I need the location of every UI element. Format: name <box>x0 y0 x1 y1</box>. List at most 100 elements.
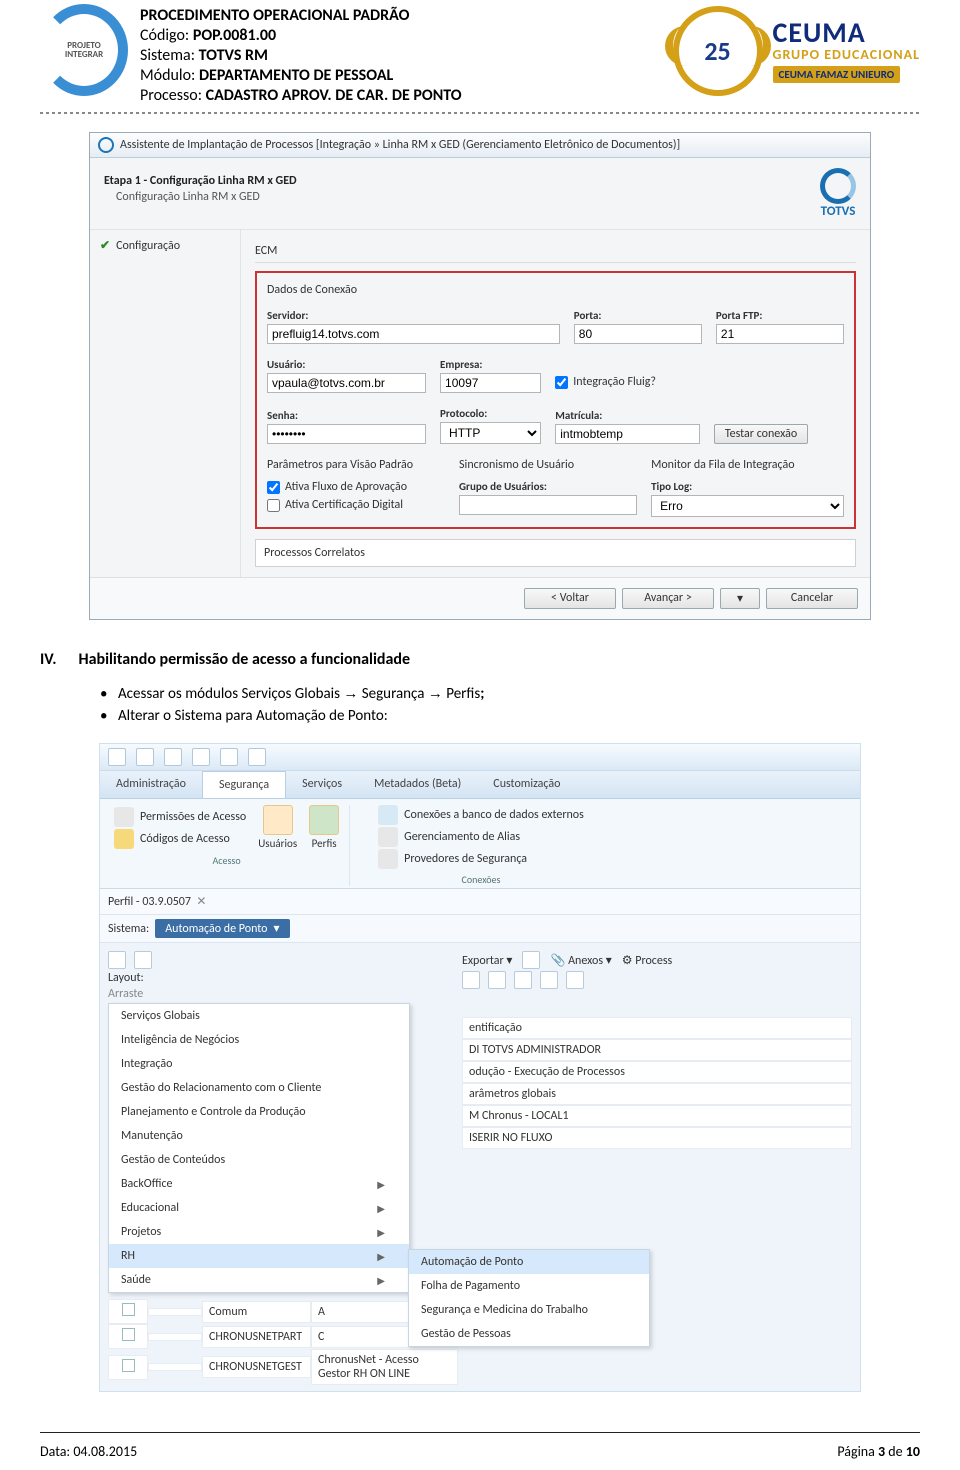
permissoes-acesso-button[interactable]: Permissões de Acesso <box>114 807 246 827</box>
submenu-item[interactable]: Gestão de Pessoas <box>409 1322 649 1346</box>
section-title: Habilitando permissão de acesso a funcio… <box>78 650 410 669</box>
view-icon[interactable] <box>540 971 558 989</box>
dados-conexao-fieldset: Dados de Conexão Servidor: Porta: Porta … <box>255 271 856 529</box>
submenu-item[interactable]: Segurança e Medicina do Trabalho <box>409 1298 649 1322</box>
ribbon-tab[interactable]: Customização <box>477 771 576 798</box>
grid-cell: ISERIR NO FLUXO <box>462 1127 852 1149</box>
close-tab-icon[interactable]: ✕ <box>196 895 206 909</box>
submenu-item[interactable]: Folha de Pagamento <box>409 1274 649 1298</box>
submenu-item[interactable]: Automação de Ponto <box>409 1250 649 1274</box>
view-icon[interactable] <box>566 971 584 989</box>
rm-app-window: AdministraçãoSegurançaServiçosMetadados … <box>99 743 861 1392</box>
table-row[interactable]: CHRONUSNETPARTC <box>108 1324 458 1349</box>
perfis-button[interactable]: Perfis <box>309 805 339 850</box>
sidebar-item-configuracao[interactable]: ✔ Configuração <box>100 238 230 253</box>
row-checkbox[interactable] <box>122 1328 135 1341</box>
ribbon-tab[interactable]: Segurança <box>202 771 286 798</box>
menu-item[interactable]: Inteligência de Negócios <box>109 1028 409 1052</box>
chevron-right-icon: ▶ <box>377 1226 385 1239</box>
view-icon[interactable] <box>488 971 506 989</box>
row-checkbox[interactable] <box>122 1359 135 1372</box>
ceuma-line2: GRUPO EDUCACIONAL <box>773 47 920 64</box>
ceuma-line3: CEUMA FAMAZ UNIEURO <box>773 66 901 83</box>
modulo-label: Módulo: <box>140 66 195 85</box>
menu-item[interactable]: BackOffice▶ <box>109 1172 409 1196</box>
conexoes-bd-button[interactable]: Conexões a banco de dados externos <box>378 805 584 825</box>
qat-button[interactable] <box>108 748 126 766</box>
menu-item[interactable]: Integração <box>109 1052 409 1076</box>
menu-item[interactable]: Manutenção <box>109 1124 409 1148</box>
voltar-button[interactable]: < Voltar <box>524 588 616 609</box>
sistema-value: TOTVS RM <box>199 46 268 65</box>
dados-conexao-label: Dados de Conexão <box>267 283 844 297</box>
porta-input[interactable] <box>574 324 702 344</box>
senha-input[interactable] <box>267 424 426 444</box>
ribbon-tab[interactable]: Metadados (Beta) <box>358 771 477 798</box>
table-row[interactable]: CHRONUSNETGESTChronusNet - Acesso Gestor… <box>108 1349 458 1385</box>
sistema-menu[interactable]: Serviços GlobaisInteligência de Negócios… <box>108 1003 410 1293</box>
row-checkbox[interactable] <box>122 1303 135 1316</box>
avancar-dropdown-button[interactable]: ▾ <box>720 588 760 609</box>
menu-item[interactable]: RH▶ <box>109 1244 409 1268</box>
exportar-button[interactable]: Exportar ▾ <box>462 953 512 968</box>
group-conexoes-label: Conexões <box>462 873 501 886</box>
protocolo-select[interactable]: HTTP <box>440 422 541 444</box>
processos-correlatos-panel[interactable]: Processos Correlatos <box>255 539 856 567</box>
view-icon[interactable] <box>462 971 480 989</box>
menu-item[interactable]: Gestão de Conteúdos <box>109 1148 409 1172</box>
new-icon[interactable] <box>108 951 126 969</box>
testar-conexao-button[interactable]: Testar conexão <box>714 424 808 444</box>
grid-cell: DI TOTVS ADMINISTRADOR <box>462 1039 852 1061</box>
ativa-fluxo-label: Ativa Fluxo de Aprovação <box>285 480 407 494</box>
matricula-input[interactable] <box>555 424 700 444</box>
ribbon-tab[interactable]: Serviços <box>286 771 358 798</box>
tipo-log-label: Tipo Log: <box>651 480 844 493</box>
usuarios-button[interactable]: Usuários <box>258 805 297 850</box>
provedores-seg-button[interactable]: Provedores de Segurança <box>378 849 527 869</box>
servidor-input[interactable] <box>267 324 560 344</box>
cancelar-button[interactable]: Cancelar <box>766 588 858 609</box>
codigo-value: POP.0081.00 <box>193 26 276 45</box>
db-link-icon <box>378 805 398 825</box>
menu-item[interactable]: Projetos▶ <box>109 1220 409 1244</box>
menu-item[interactable]: Saúde▶ <box>109 1268 409 1292</box>
print-icon[interactable] <box>522 951 540 969</box>
document-tab-bar: Perfil - 03.9.0507 ✕ <box>100 889 860 915</box>
ativa-fluxo-checkbox[interactable] <box>267 481 280 494</box>
ribbon-tab[interactable]: Administração <box>100 771 202 798</box>
qat-button[interactable] <box>164 748 182 766</box>
ribbon-tabs: AdministraçãoSegurançaServiçosMetadados … <box>100 771 860 799</box>
qat-button[interactable] <box>248 748 266 766</box>
document-tab[interactable]: Perfil - 03.9.0507 ✕ <box>108 894 206 909</box>
rh-submenu[interactable]: Automação de PontoFolha de PagamentoSegu… <box>408 1249 650 1347</box>
menu-item[interactable]: Gestão do Relacionamento com o Cliente <box>109 1076 409 1100</box>
menu-item[interactable]: Educacional▶ <box>109 1196 409 1220</box>
codigos-acesso-button[interactable]: Códigos de Acesso <box>114 829 230 849</box>
tipo-log-select[interactable]: Erro <box>651 495 844 517</box>
grupo-usuarios-input[interactable] <box>459 495 637 515</box>
qat-button[interactable] <box>192 748 210 766</box>
process-button[interactable]: ⚙ Process <box>622 953 672 968</box>
view-icon[interactable] <box>514 971 532 989</box>
section-4-bullets: Acessar os módulos Serviços Globais → Se… <box>100 685 920 725</box>
anexos-button[interactable]: 📎 Anexos ▾ <box>550 953 611 968</box>
qat-button[interactable] <box>136 748 154 766</box>
qat-button[interactable] <box>220 748 238 766</box>
integracao-fluig-checkbox[interactable] <box>555 376 568 389</box>
page-footer: Data: 04.08.2015 Página 3 de 10 <box>40 1432 920 1470</box>
sistema-dropdown[interactable]: Automação de Ponto▾ <box>155 919 289 938</box>
menu-item[interactable]: Planejamento e Controle da Produção <box>109 1100 409 1124</box>
integracao-fluig-label: Integração Fluig? <box>573 375 656 389</box>
table-row[interactable]: ComumA <box>108 1299 458 1324</box>
key-icon <box>114 829 134 849</box>
edit-icon[interactable] <box>134 951 152 969</box>
usuario-input[interactable] <box>267 373 426 393</box>
empresa-input[interactable] <box>440 373 541 393</box>
avancar-button[interactable]: Avançar > <box>622 588 714 609</box>
gerenc-alias-button[interactable]: Gerenciamento de Alias <box>378 827 520 847</box>
grid-cell: odução - Execução de Processos <box>462 1061 852 1083</box>
bullet-2: Alterar o Sistema para Automação de Pont… <box>100 707 920 725</box>
menu-item[interactable]: Serviços Globais <box>109 1004 409 1028</box>
ativa-cert-checkbox[interactable] <box>267 499 280 512</box>
porta-ftp-input[interactable] <box>716 324 844 344</box>
